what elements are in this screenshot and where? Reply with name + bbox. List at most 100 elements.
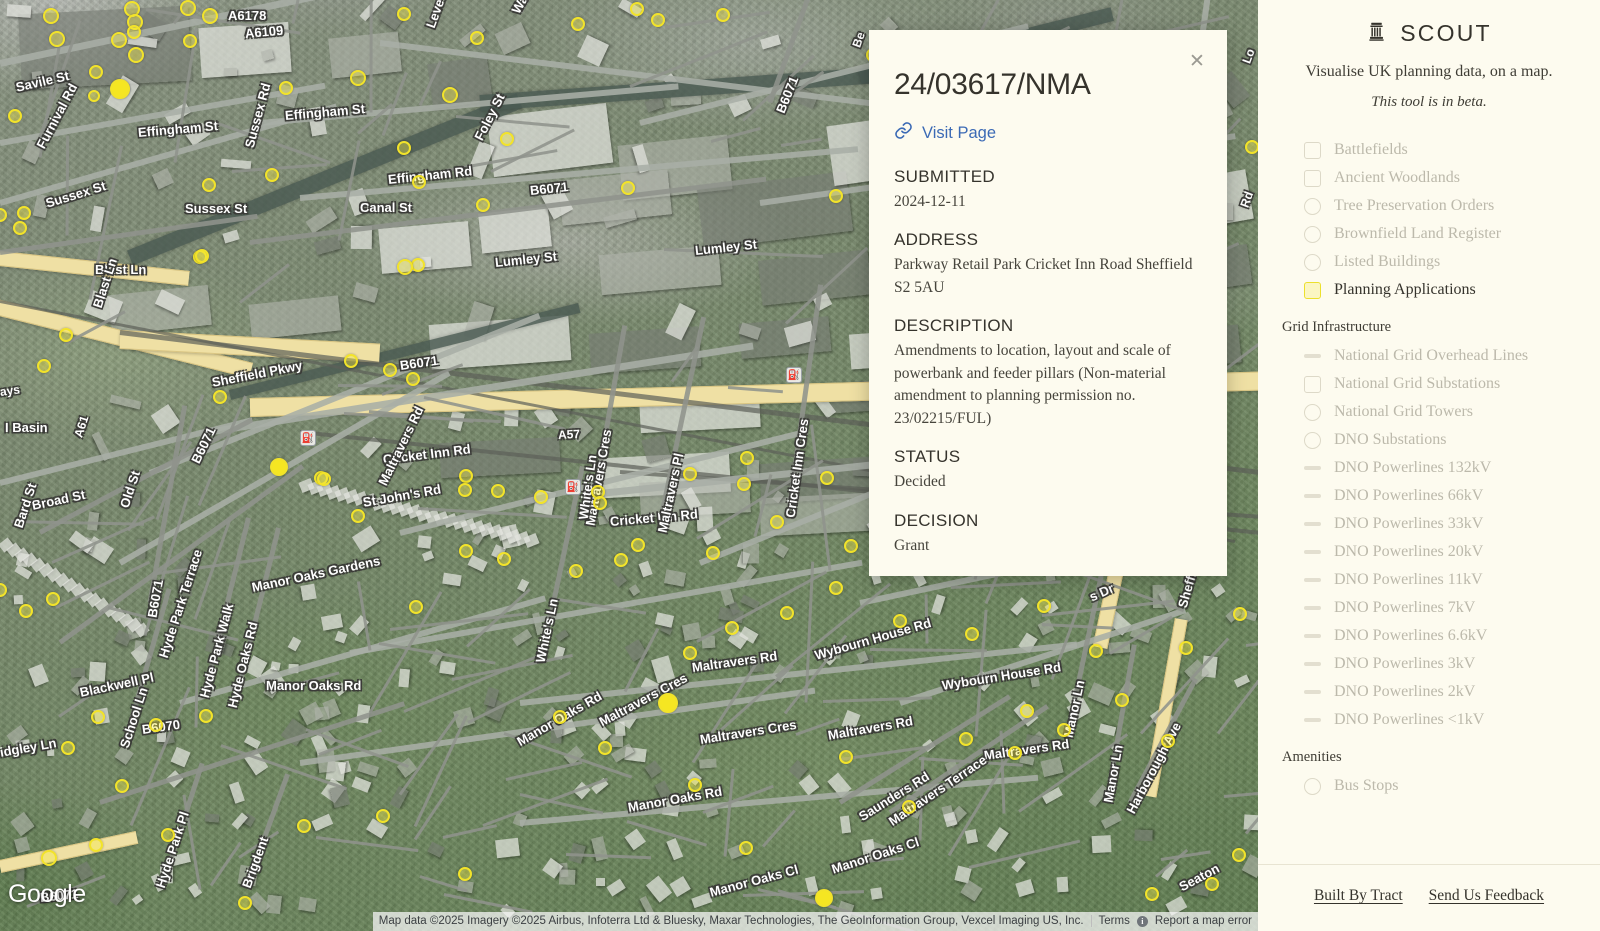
planning-application-marker[interactable] [553,710,567,724]
planning-application-marker[interactable] [265,168,279,182]
planning-application-marker[interactable] [683,646,697,660]
planning-application-marker[interactable] [46,592,60,606]
planning-application-marker[interactable] [397,259,413,275]
planning-application-marker[interactable] [1115,693,1129,707]
layer-toggle-dno-powerlines-1kv[interactable]: DNO Powerlines <1kV [1282,706,1576,734]
planning-application-marker[interactable] [965,627,979,641]
layer-toggle-dno-powerlines-20kv[interactable]: DNO Powerlines 20kV [1282,538,1576,566]
planning-application-marker[interactable] [1008,746,1022,760]
planning-application-marker[interactable] [500,132,514,146]
planning-application-marker[interactable] [571,17,585,31]
planning-application-marker[interactable] [1232,848,1246,862]
planning-application-marker[interactable] [491,484,505,498]
planning-application-marker[interactable] [658,693,678,713]
planning-application-marker[interactable] [614,553,628,567]
planning-application-marker[interactable] [89,838,103,852]
planning-application-marker[interactable] [409,600,423,614]
info-icon[interactable]: i [1136,915,1148,927]
planning-application-marker[interactable] [651,13,665,27]
line-swatch-icon[interactable] [1304,494,1321,498]
planning-application-marker[interactable] [959,732,973,746]
planning-application-marker[interactable] [161,828,175,842]
planning-application-marker[interactable] [780,606,794,620]
planning-application-marker[interactable] [344,354,358,368]
layer-toggle-dno-powerlines-2kv[interactable]: DNO Powerlines 2kV [1282,678,1576,706]
planning-application-marker[interactable] [739,841,753,855]
line-swatch-icon[interactable] [1304,606,1321,610]
planning-application-marker[interactable] [1020,704,1034,718]
square-checkbox-icon[interactable] [1304,141,1321,159]
report-map-error-link[interactable]: Report a map error [1155,915,1252,927]
planning-application-marker[interactable] [688,778,702,792]
planning-application-marker[interactable] [412,175,426,189]
close-icon[interactable]: ✕ [1186,51,1208,73]
built-by-tract-link[interactable]: Built By Tract [1314,887,1403,905]
planning-application-marker[interactable] [351,509,365,523]
planning-application-marker[interactable] [59,328,73,342]
planning-application-marker[interactable] [127,25,141,39]
layer-toggle-national-grid-substations[interactable]: National Grid Substations [1282,370,1576,398]
visit-page-link[interactable]: Visit Page [894,121,1199,145]
layer-toggle-battlefields[interactable]: Battlefields [1282,136,1576,164]
planning-application-marker[interactable] [470,31,484,45]
planning-application-marker[interactable] [839,750,853,764]
planning-application-marker[interactable] [706,546,720,560]
planning-application-marker[interactable] [199,709,213,723]
planning-application-marker[interactable] [716,8,730,22]
planning-application-marker[interactable] [91,710,105,724]
planning-application-marker[interactable] [740,451,754,465]
planning-application-marker[interactable] [180,0,196,16]
layer-toggle-dno-substations[interactable]: DNO Substations [1282,426,1576,454]
layer-toggle-dno-powerlines-11kv[interactable]: DNO Powerlines 11kV [1282,566,1576,594]
planning-application-marker[interactable] [476,198,490,212]
planning-application-marker[interactable] [459,469,473,483]
layer-toggle-tree-preservation-orders[interactable]: Tree Preservation Orders [1282,192,1576,220]
line-swatch-icon[interactable] [1304,354,1321,358]
planning-application-marker[interactable] [397,7,411,21]
map-poi-icon[interactable]: ⛽ [786,367,802,383]
layer-toggle-dno-powerlines-132kv[interactable]: DNO Powerlines 132kV [1282,454,1576,482]
planning-application-marker[interactable] [1205,877,1219,891]
circle-checkbox-icon[interactable] [1304,777,1321,795]
layer-toggle-dno-powerlines-7kv[interactable]: DNO Powerlines 7kV [1282,594,1576,622]
planning-application-marker[interactable] [893,614,907,628]
planning-application-marker[interactable] [844,539,858,553]
planning-application-marker[interactable] [110,79,130,99]
planning-application-marker[interactable] [829,581,843,595]
planning-application-marker[interactable] [458,483,472,497]
planning-application-marker[interactable] [770,515,784,529]
planning-application-marker[interactable] [383,363,397,377]
circle-checkbox-icon[interactable] [1304,253,1321,271]
planning-application-marker[interactable] [61,741,75,755]
planning-application-marker[interactable] [270,458,288,476]
planning-application-marker[interactable] [202,178,216,192]
planning-application-marker[interactable] [1089,644,1103,658]
send-us-feedback-link[interactable]: Send Us Feedback [1429,887,1544,905]
planning-application-marker[interactable] [279,81,293,95]
layer-toggle-brownfield-land-register[interactable]: Brownfield Land Register [1282,220,1576,248]
layer-toggle-listed-buildings[interactable]: Listed Buildings [1282,248,1576,276]
line-swatch-icon[interactable] [1304,466,1321,470]
planning-application-marker[interactable] [725,621,739,635]
planning-application-marker[interactable] [89,65,103,79]
planning-application-marker[interactable] [631,538,645,552]
line-swatch-icon[interactable] [1304,522,1321,526]
layer-list-scroll[interactable]: Heritage at RiskBattlefieldsAncient Wood… [1258,130,1600,864]
circle-checkbox-icon[interactable] [1304,431,1321,449]
planning-application-marker[interactable] [376,809,390,823]
planning-application-marker[interactable] [238,896,252,910]
planning-application-marker[interactable] [1179,641,1193,655]
layer-toggle-planning-applications[interactable]: Planning Applications [1282,276,1576,304]
planning-application-marker[interactable] [115,779,129,793]
circle-checkbox-icon[interactable] [1304,197,1321,215]
planning-application-marker[interactable] [459,544,473,558]
line-swatch-icon[interactable] [1304,550,1321,554]
planning-application-marker[interactable] [534,490,548,504]
planning-application-marker[interactable] [88,90,100,102]
planning-application-marker[interactable] [297,819,311,833]
planning-application-marker[interactable] [397,141,411,155]
planning-application-marker[interactable] [458,867,472,881]
planning-application-marker[interactable] [111,32,127,48]
layer-toggle-dno-powerlines-3kv[interactable]: DNO Powerlines 3kV [1282,650,1576,678]
planning-application-marker[interactable] [683,467,697,481]
